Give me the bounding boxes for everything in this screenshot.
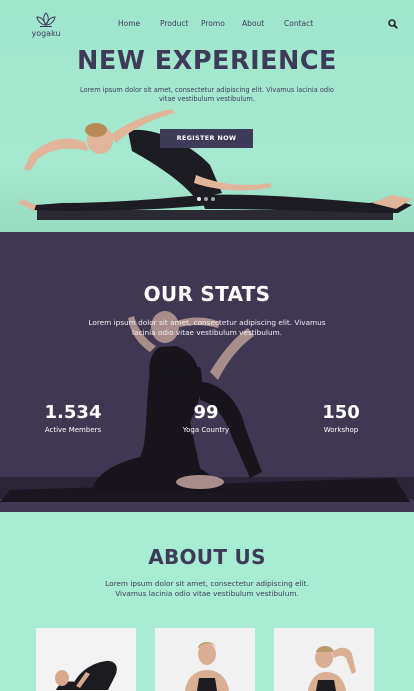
about-subtitle: Lorem ipsum dolor sit amet, consectetur … (105, 579, 309, 598)
yoga-portrait-photo (155, 628, 255, 691)
stat-workshop: 150 Workshop (286, 402, 396, 434)
about-card-image[interactable] (36, 628, 136, 691)
register-now-button[interactable]: REGISTER NOW (160, 129, 253, 148)
nav-item-product[interactable]: Product (160, 19, 188, 28)
yoga-stretch-photo (274, 628, 374, 691)
stat-value: 150 (322, 402, 360, 423)
brand-name: yogaku (31, 29, 61, 38)
hero-image (18, 109, 412, 220)
brand-logo[interactable]: yogaku (30, 12, 62, 38)
about-card-image[interactable] (155, 628, 255, 691)
about-title: ABOUT US (148, 545, 266, 569)
search-icon[interactable] (388, 19, 398, 29)
nav-item-contact[interactable]: Contact (284, 19, 313, 28)
nav-item-about[interactable]: About (242, 19, 264, 28)
stat-label: Workshop (323, 426, 359, 434)
stats-section: OUR STATS Lorem ipsum dolor sit amet, co… (0, 232, 414, 512)
stats-subtitle: Lorem ipsum dolor sit amet, consectetur … (88, 318, 326, 337)
stat-yoga-country: 99 Yoga Country (151, 402, 261, 434)
lotus-icon (36, 12, 56, 27)
stat-active-members: 1.534 Active Members (18, 402, 128, 434)
hero-section: yogaku Home Product Promo About Contact … (0, 0, 414, 232)
yoga-pose-photo (36, 628, 136, 691)
stats-background-image (0, 232, 414, 512)
hero-title: NEW EXPERIENCE (77, 46, 337, 76)
hero-subtitle: Lorem ipsum dolor sit amet, consectetur … (80, 86, 334, 103)
stat-label: Yoga Country (182, 426, 230, 434)
nav-item-home[interactable]: Home (118, 19, 140, 28)
stat-label: Active Members (44, 426, 102, 434)
nav-item-promo[interactable]: Promo (201, 19, 225, 28)
stat-value: 1.534 (44, 402, 102, 423)
carousel-dot[interactable] (197, 197, 201, 201)
carousel-dot[interactable] (204, 197, 208, 201)
about-section: ABOUT US Lorem ipsum dolor sit amet, con… (0, 512, 414, 691)
stats-title: OUR STATS (143, 282, 271, 306)
stat-value: 99 (193, 402, 219, 423)
carousel-dots (197, 186, 218, 205)
about-card-image[interactable] (274, 628, 374, 691)
carousel-dot[interactable] (211, 197, 215, 201)
